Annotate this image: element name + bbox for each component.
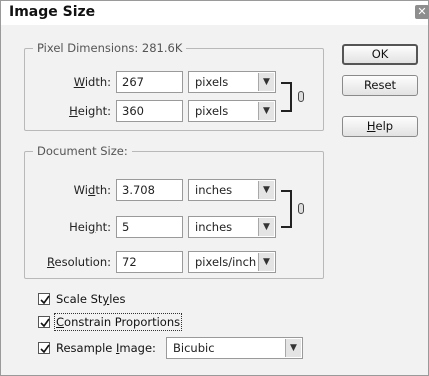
chain-link-icon <box>298 91 304 102</box>
doc-height-label: Height: <box>69 220 111 234</box>
doc-width-label: Width: <box>73 183 111 197</box>
doc-height-unit-select[interactable]: inches ▼ <box>188 216 276 238</box>
pixel-height-unit-select[interactable]: pixels ▼ <box>188 100 276 122</box>
pixel-width-label: Width: <box>73 75 111 89</box>
close-icon[interactable]: ✕ <box>415 5 429 19</box>
chevron-down-icon[interactable]: ▼ <box>258 181 274 199</box>
pixel-dimensions-legend: Pixel Dimensions: 281.6K <box>37 41 183 55</box>
checkmark-icon <box>40 344 50 354</box>
resample-image-label[interactable]: Resample Image: <box>56 341 156 355</box>
ok-button[interactable]: OK <box>342 44 418 65</box>
pixel-width-unit-select[interactable]: pixels ▼ <box>188 71 276 93</box>
checkmark-icon <box>40 318 50 328</box>
resolution-unit-select[interactable]: pixels/inch ▼ <box>188 251 276 273</box>
pixel-width-unit-value: pixels <box>195 75 229 89</box>
pixel-height-unit-value: pixels <box>195 104 229 118</box>
checkmark-icon <box>40 295 50 305</box>
chevron-down-icon[interactable]: ▼ <box>258 253 274 271</box>
help-button[interactable]: Help <box>342 116 418 137</box>
doc-width-unit-value: inches <box>195 183 233 197</box>
link-bracket <box>281 82 292 112</box>
chevron-down-icon[interactable]: ▼ <box>285 339 301 357</box>
dialog-title: Image Size <box>9 4 96 20</box>
constrain-proportions-label[interactable]: Constrain Proportions <box>53 313 183 331</box>
doc-height-unit-value: inches <box>195 220 233 234</box>
constrain-proportions-checkbox[interactable] <box>38 316 50 328</box>
title-bar: Image Size ✕ <box>1 1 429 25</box>
pixel-height-input[interactable]: 360 <box>116 100 183 122</box>
chevron-down-icon[interactable]: ▼ <box>258 73 274 91</box>
chevron-down-icon[interactable]: ▼ <box>258 102 274 120</box>
resolution-unit-value: pixels/inch <box>195 255 257 269</box>
chain-link-icon <box>298 203 304 214</box>
resolution-label: Resolution: <box>47 255 111 269</box>
doc-width-input[interactable]: 3.708 <box>116 179 183 201</box>
resample-image-checkbox[interactable] <box>38 342 50 354</box>
link-bracket <box>281 190 292 228</box>
doc-width-unit-select[interactable]: inches ▼ <box>188 179 276 201</box>
chevron-down-icon[interactable]: ▼ <box>258 218 274 236</box>
doc-height-input[interactable]: 5 <box>116 216 183 238</box>
resample-method-value: Bicubic <box>173 341 215 355</box>
pixel-width-input[interactable]: 267 <box>116 71 183 93</box>
resolution-input[interactable]: 72 <box>116 251 183 273</box>
scale-styles-checkbox[interactable] <box>38 293 50 305</box>
image-size-dialog: Image Size ✕ Pixel Dimensions: 281.6K Wi… <box>0 0 429 376</box>
document-size-legend: Document Size: <box>37 144 128 158</box>
pixel-height-label: Height: <box>69 104 111 118</box>
scale-styles-label[interactable]: Scale Styles <box>56 292 125 306</box>
resample-method-select[interactable]: Bicubic ▼ <box>166 337 303 359</box>
reset-button[interactable]: Reset <box>342 75 418 96</box>
